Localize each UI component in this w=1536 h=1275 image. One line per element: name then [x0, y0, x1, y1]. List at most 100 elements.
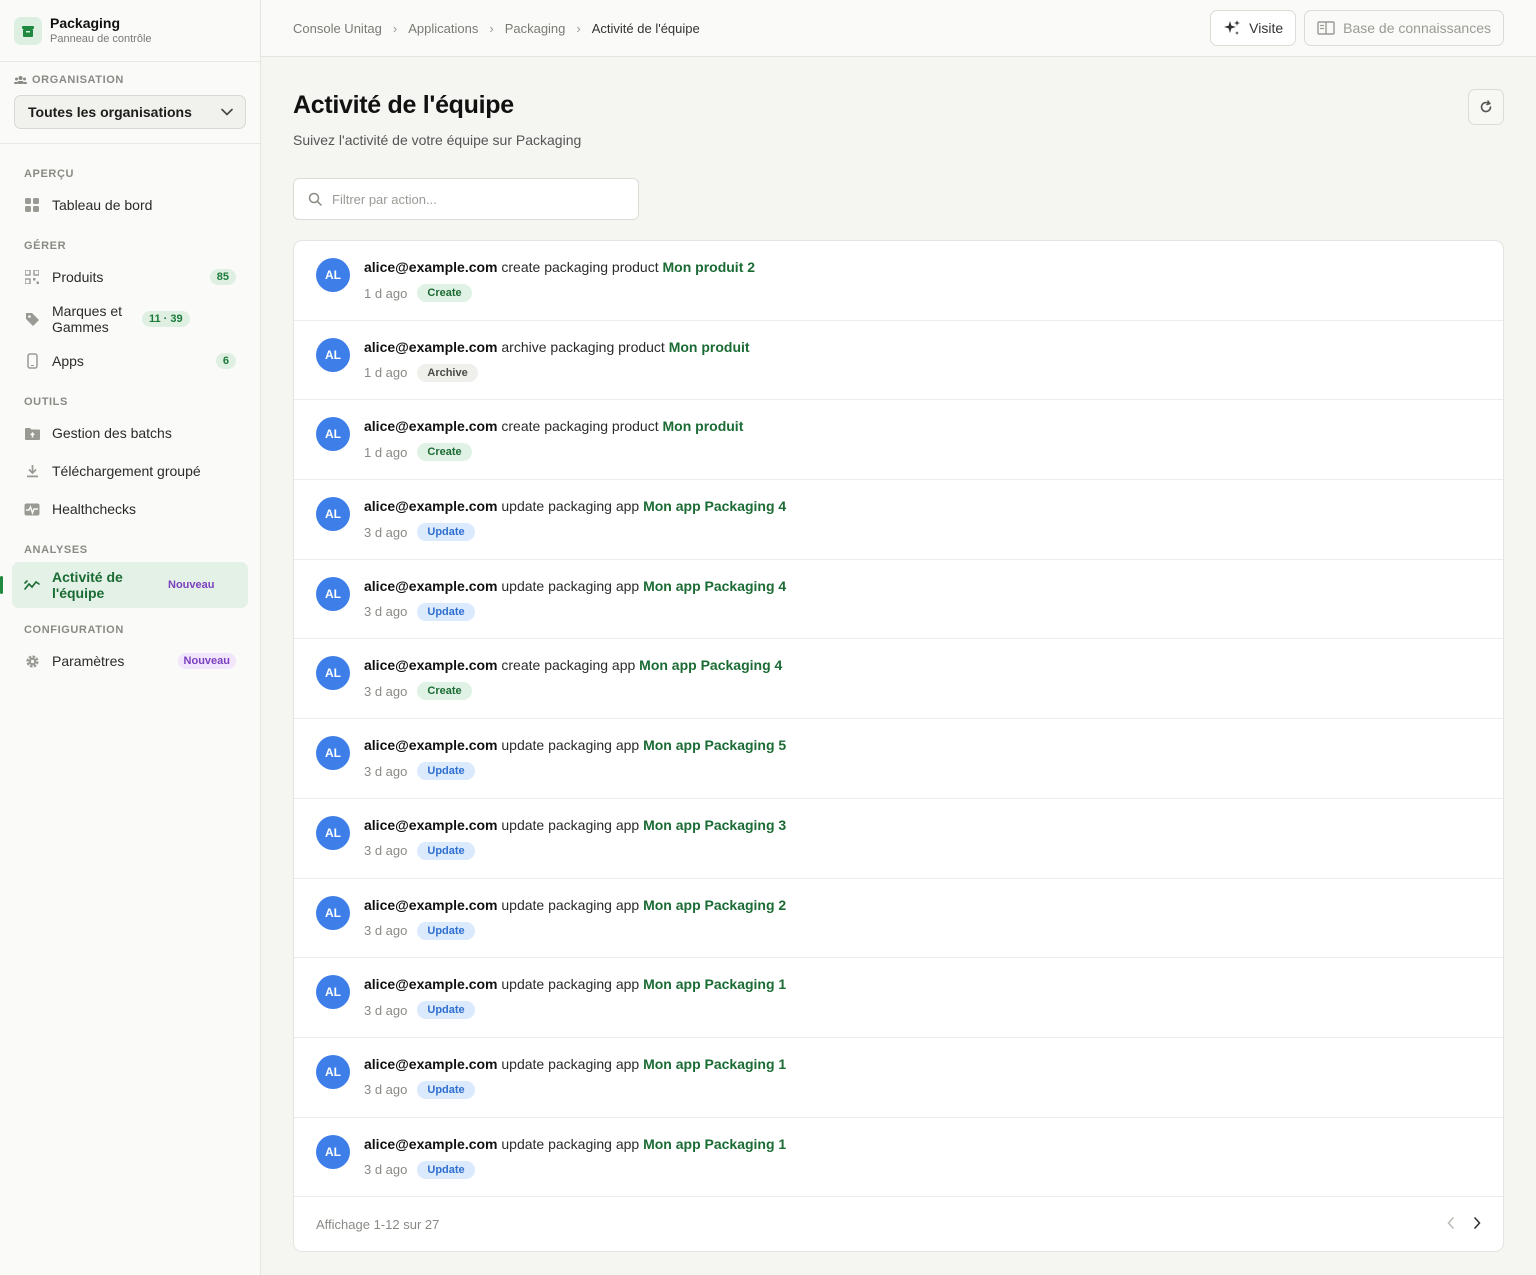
activity-target[interactable]: Mon app Packaging 4: [639, 657, 782, 673]
activity-list: AL alice@example.com create packaging pr…: [293, 240, 1504, 1252]
breadcrumb-item[interactable]: Applications: [408, 21, 478, 36]
activity-target[interactable]: Mon app Packaging 2: [643, 897, 786, 913]
activity-target[interactable]: Mon app Packaging 1: [643, 1136, 786, 1152]
activity-time: 3 d ago: [364, 604, 408, 620]
activity-description: alice@example.com update packaging app M…: [364, 976, 786, 993]
activity-row[interactable]: AL alice@example.com update packaging ap…: [294, 958, 1503, 1038]
brand-subtitle: Panneau de contrôle: [50, 33, 152, 45]
products-count-badge: 85: [209, 269, 236, 285]
filter-box: [293, 178, 639, 220]
activity-row[interactable]: AL alice@example.com update packaging ap…: [294, 480, 1503, 560]
breadcrumb-item[interactable]: Console Unitag: [293, 21, 382, 36]
activity-row[interactable]: AL alice@example.com update packaging ap…: [294, 1038, 1503, 1118]
tour-button[interactable]: Visite: [1210, 10, 1297, 46]
activity-time: 1 d ago: [364, 365, 408, 381]
previous-page-button[interactable]: [1447, 1216, 1455, 1234]
activity-target[interactable]: Mon app Packaging 1: [643, 976, 786, 992]
next-page-button[interactable]: [1473, 1216, 1481, 1234]
filter-input[interactable]: [332, 191, 624, 207]
sparkles-icon: [1224, 20, 1241, 35]
action-tag: Create: [417, 443, 472, 462]
action-tag: Create: [417, 682, 472, 701]
activity-row[interactable]: AL alice@example.com create packaging ap…: [294, 639, 1503, 720]
avatar: AL: [316, 895, 350, 930]
activity-description: alice@example.com update packaging app M…: [364, 578, 786, 595]
activity-row[interactable]: AL alice@example.com create packaging pr…: [294, 400, 1503, 481]
activity-target[interactable]: Mon produit 2: [663, 259, 756, 275]
activity-user: alice@example.com: [364, 737, 498, 754]
activity-user: alice@example.com: [364, 338, 498, 355]
chevron-right-icon: ›: [576, 20, 581, 36]
activity-target[interactable]: Mon produit: [663, 418, 744, 434]
activity-time: 1 d ago: [364, 285, 408, 301]
brand[interactable]: Packaging Panneau de contrôle: [0, 0, 260, 62]
search-icon: [308, 192, 322, 206]
smartphone-icon: [24, 353, 40, 369]
folder-upload-icon: [24, 425, 40, 441]
activity-action: update packaging app: [497, 577, 644, 594]
grid-icon: [24, 197, 40, 213]
organization-section: ORGANISATION Toutes les organisations: [0, 62, 260, 144]
refresh-button[interactable]: [1468, 89, 1504, 125]
activity-action: create packaging product: [497, 418, 663, 435]
breadcrumb-item[interactable]: Packaging: [505, 21, 566, 36]
activity-target[interactable]: Mon app Packaging 1: [643, 1056, 786, 1072]
activity-description: alice@example.com update packaging app M…: [364, 498, 786, 515]
action-tag: Update: [417, 1001, 475, 1020]
activity-row[interactable]: AL alice@example.com update packaging ap…: [294, 560, 1503, 640]
brand-title: Packaging: [50, 15, 121, 31]
activity-row[interactable]: AL alice@example.com update packaging ap…: [294, 719, 1503, 799]
activity-target[interactable]: Mon app Packaging 3: [643, 817, 786, 833]
gear-icon: [24, 653, 40, 669]
sidebar-item-dashboard[interactable]: Tableau de bord: [12, 186, 248, 224]
main-content: Activité de l'équipe Suivez l'activité d…: [261, 57, 1536, 1275]
activity-target[interactable]: Mon app Packaging 5: [643, 737, 786, 753]
activity-description: alice@example.com create packaging produ…: [364, 418, 743, 435]
activity-time: 3 d ago: [364, 683, 408, 699]
sidebar-item-healthchecks[interactable]: Healthchecks: [12, 490, 248, 528]
nav-group-tools: OUTILS: [24, 396, 68, 408]
activity-target[interactable]: Mon app Packaging 4: [643, 578, 786, 594]
sidebar-item-bulk-download[interactable]: Téléchargement groupé: [12, 452, 248, 490]
knowledge-base-button[interactable]: Base de connaissances: [1304, 10, 1504, 46]
activity-row[interactable]: AL alice@example.com create packaging pr…: [294, 241, 1503, 321]
activity-user: alice@example.com: [364, 657, 498, 674]
activity-time: 3 d ago: [364, 923, 408, 938]
activity-target[interactable]: Mon produit: [669, 339, 750, 355]
activity-description: alice@example.com update packaging app M…: [364, 817, 786, 834]
activity-time: 1 d ago: [364, 444, 408, 460]
activity-time: 3 d ago: [364, 843, 408, 859]
avatar: AL: [316, 337, 350, 372]
chevron-right-icon: ›: [392, 20, 398, 36]
page-title: Activité de l'équipe: [293, 91, 514, 119]
topbar-actions: Visite Base de connaissances: [1210, 10, 1504, 46]
activity-user: alice@example.com: [364, 577, 498, 594]
sidebar-item-team-activity[interactable]: Activité de l'équipe Nouveau: [0, 562, 248, 608]
organization-select[interactable]: Toutes les organisations: [14, 95, 246, 129]
activity-target[interactable]: Mon app Packaging 4: [643, 498, 786, 514]
activity-row[interactable]: AL alice@example.com update packaging ap…: [294, 879, 1503, 959]
sidebar-item-apps[interactable]: Apps 6: [12, 342, 248, 380]
qr-code-icon: [24, 269, 40, 285]
apps-count-badge: 6: [215, 353, 236, 369]
activity-time: 3 d ago: [364, 524, 408, 540]
activity-row[interactable]: AL alice@example.com update packaging ap…: [294, 799, 1503, 879]
sidebar-item-products[interactable]: Produits 85: [12, 258, 248, 296]
trend-line-icon: [24, 577, 40, 593]
activity-description: alice@example.com update packaging app M…: [364, 1056, 786, 1073]
action-tag: Update: [417, 602, 475, 621]
sidebar-item-brands[interactable]: Marques et Gammes 11 · 39: [12, 296, 248, 342]
pager: [1447, 1216, 1481, 1234]
activity-action: update packaging app: [497, 1135, 644, 1152]
activity-user: alice@example.com: [364, 498, 498, 515]
activity-description: alice@example.com create packaging app M…: [364, 657, 782, 674]
activity-description: alice@example.com create packaging produ…: [364, 259, 755, 276]
sidebar-item-settings[interactable]: Paramètres Nouveau: [12, 642, 248, 680]
action-tag: Create: [417, 284, 472, 302]
book-icon: [1317, 21, 1335, 35]
activity-description: alice@example.com update packaging app M…: [364, 737, 786, 754]
activity-row[interactable]: AL alice@example.com update packaging ap…: [294, 1118, 1503, 1198]
package-icon: [14, 16, 42, 45]
activity-row[interactable]: AL alice@example.com archive packaging p…: [294, 321, 1503, 401]
sidebar-item-batches[interactable]: Gestion des batchs: [12, 414, 248, 452]
